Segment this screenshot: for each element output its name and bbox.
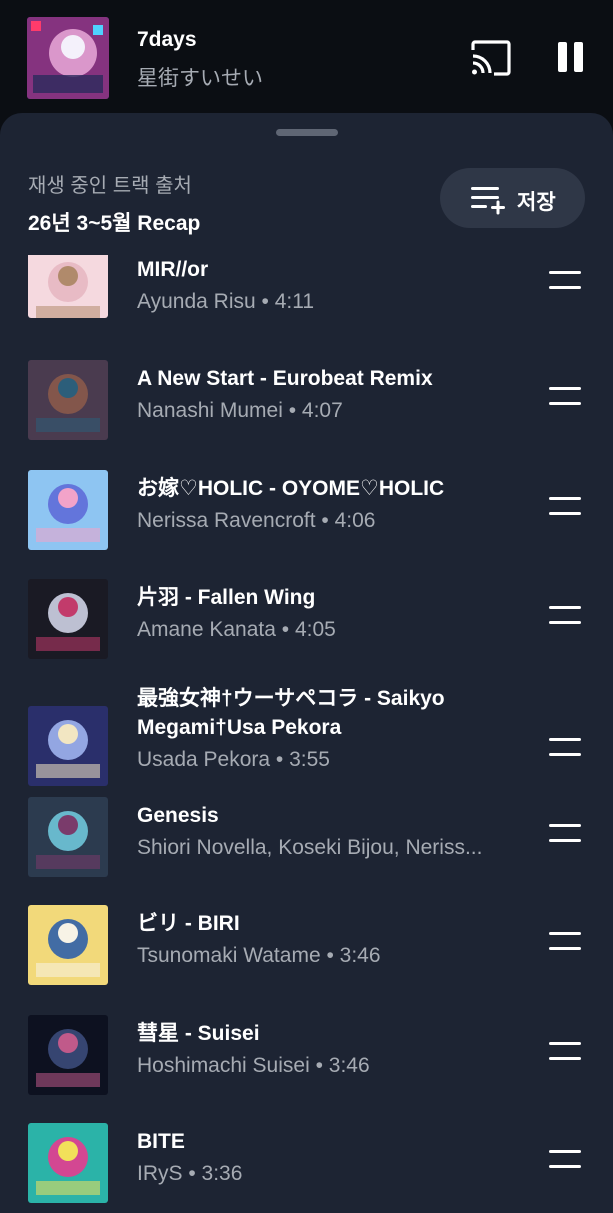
track-title: 彗星 - Suisei [137,1022,260,1045]
track-title: BITE [137,1130,185,1153]
pause-icon [558,42,567,72]
track-album-art [28,255,108,318]
drag-handle-icon[interactable] [549,271,581,291]
drag-handle-icon[interactable] [549,1042,581,1062]
track-subtitle: Nanashi Mumei • 4:07 [137,399,343,422]
drag-handle-icon[interactable] [549,932,581,952]
track-row[interactable]: BITE IRyS • 3:36 [0,1118,613,1213]
track-title: お嫁♡HOLIC - OYOME♡HOLIC [137,477,445,500]
track-title-line2: Megami†Usa Pekora [137,716,342,739]
track-subtitle: Shiori Novella, Koseki Bijou, Neriss... [137,836,483,859]
track-album-art [28,706,108,786]
track-title: Genesis [137,804,219,827]
save-button[interactable]: 저장 [440,168,585,228]
track-title: 片羽 - Fallen Wing [137,586,316,609]
drag-handle-icon[interactable] [549,824,581,844]
track-row[interactable]: 彗星 - Suisei Hoshimachi Suisei • 3:46 [0,1010,613,1110]
track-title: ビリ - BIRI [137,912,240,935]
drag-handle-icon[interactable] [549,387,581,407]
track-row[interactable]: A New Start - Eurobeat Remix Nanashi Mume… [0,355,613,455]
now-playing-title: 7days [137,28,197,51]
track-subtitle: Ayunda Risu • 4:11 [137,290,315,313]
track-title: A New Start - Eurobeat Remix [137,367,433,390]
queue-source-name[interactable]: 26년 3~5월 Recap [28,207,200,237]
track-title: 最強女神†ウーサペコラ - Saikyo [137,687,445,710]
playlist-add-icon [470,185,506,215]
track-subtitle: Nerissa Ravencroft • 4:06 [137,509,376,532]
track-row[interactable]: MIR//or Ayunda Risu • 4:11 [0,255,613,355]
track-subtitle: Usada Pekora • 3:55 [137,748,330,771]
cast-icon[interactable] [470,40,512,76]
track-album-art [28,1123,108,1203]
save-label: 저장 [517,191,556,214]
track-row[interactable]: ビリ - BIRI Tsunomaki Watame • 3:46 [0,900,613,1000]
track-subtitle: Amane Kanata • 4:05 [137,618,336,641]
track-row[interactable]: お嫁♡HOLIC - OYOME♡HOLIC Nerissa Ravencroft… [0,465,613,565]
track-album-art [28,470,108,550]
track-album-art [28,1015,108,1095]
track-album-art [28,360,108,440]
track-subtitle: Tsunomaki Watame • 3:46 [137,944,381,967]
track-list[interactable]: MIR//or Ayunda Risu • 4:11 A New Start - … [0,255,613,1213]
track-title: MIR//or [137,258,209,281]
now-playing-album-art [27,17,109,99]
now-playing-artist: 星街すいせい [137,67,263,90]
track-row[interactable]: 片羽 - Fallen Wing Amane Kanata • 4:05 [0,574,613,674]
queue-source-label: 재생 중인 트랙 출처 [28,175,192,197]
drag-handle-icon[interactable] [549,497,581,517]
pause-button[interactable] [556,40,586,76]
drag-handle-icon[interactable] [549,606,581,626]
pause-icon [574,42,583,72]
track-row[interactable]: Genesis Shiori Novella, Koseki Bijou, Ner… [0,792,613,892]
queue-sheet: 재생 중인 트랙 출처 26년 3~5월 Recap 저장 MIR//or Ayu… [0,113,613,1213]
sheet-drag-handle[interactable] [276,129,338,136]
track-album-art [28,797,108,877]
drag-handle-icon[interactable] [549,1150,581,1170]
track-row[interactable]: 最強女神†ウーサペコラ - Saikyo Megami†Usa Pekora Usa… [0,683,613,788]
track-subtitle: IRyS • 3:36 [137,1162,243,1185]
track-subtitle: Hoshimachi Suisei • 3:46 [137,1054,370,1077]
now-playing-bar[interactable]: 7days 星街すいせい [0,0,613,118]
track-album-art [28,579,108,659]
track-album-art [28,905,108,985]
drag-handle-icon[interactable] [549,738,581,758]
